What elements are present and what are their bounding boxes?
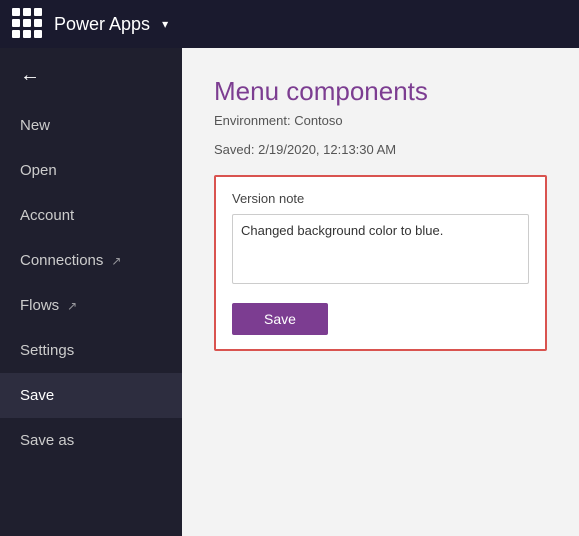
save-version-button[interactable]: Save [232, 303, 328, 335]
sidebar-item-open-label: Open [20, 162, 57, 179]
app-title: Power Apps [54, 14, 150, 35]
header: Power Apps ▾ [0, 0, 579, 48]
saved-timestamp: Saved: 2/19/2020, 12:13:30 AM [214, 142, 547, 157]
sidebar-item-settings[interactable]: Settings [0, 328, 182, 373]
sidebar-item-open[interactable]: Open [0, 148, 182, 193]
sidebar-item-account-label: Account [20, 207, 74, 224]
sidebar-item-save-label: Save [20, 387, 54, 404]
sidebar-item-connections[interactable]: Connections ↗ [0, 238, 182, 283]
external-link-icon: ↗ [111, 254, 121, 268]
page-title: Menu components [214, 76, 547, 107]
environment-label: Environment: Contoso [214, 113, 547, 128]
back-button[interactable]: ← [0, 48, 182, 103]
sidebar-item-flows[interactable]: Flows ↗ [0, 283, 182, 328]
sidebar-item-save-as-label: Save as [20, 432, 74, 449]
sidebar-item-save-as[interactable]: Save as [0, 418, 182, 463]
sidebar: ← New Open Account Connections ↗ Flows ↗… [0, 48, 182, 536]
external-link-icon: ↗ [67, 299, 77, 313]
version-note-textarea[interactable] [232, 214, 529, 284]
sidebar-item-connections-label: Connections [20, 252, 103, 269]
main-content: Menu components Environment: Contoso Sav… [182, 48, 579, 536]
version-note-label: Version note [232, 191, 529, 206]
sidebar-item-account[interactable]: Account [0, 193, 182, 238]
sidebar-item-new[interactable]: New [0, 103, 182, 148]
sidebar-item-new-label: New [20, 117, 50, 134]
sidebar-item-settings-label: Settings [20, 342, 74, 359]
header-chevron-icon[interactable]: ▾ [162, 17, 168, 31]
sidebar-item-flows-label: Flows [20, 297, 59, 314]
version-card: Version note Save [214, 175, 547, 351]
back-icon: ← [20, 64, 40, 87]
sidebar-item-save[interactable]: Save [0, 373, 182, 418]
waffle-icon[interactable] [12, 8, 44, 40]
